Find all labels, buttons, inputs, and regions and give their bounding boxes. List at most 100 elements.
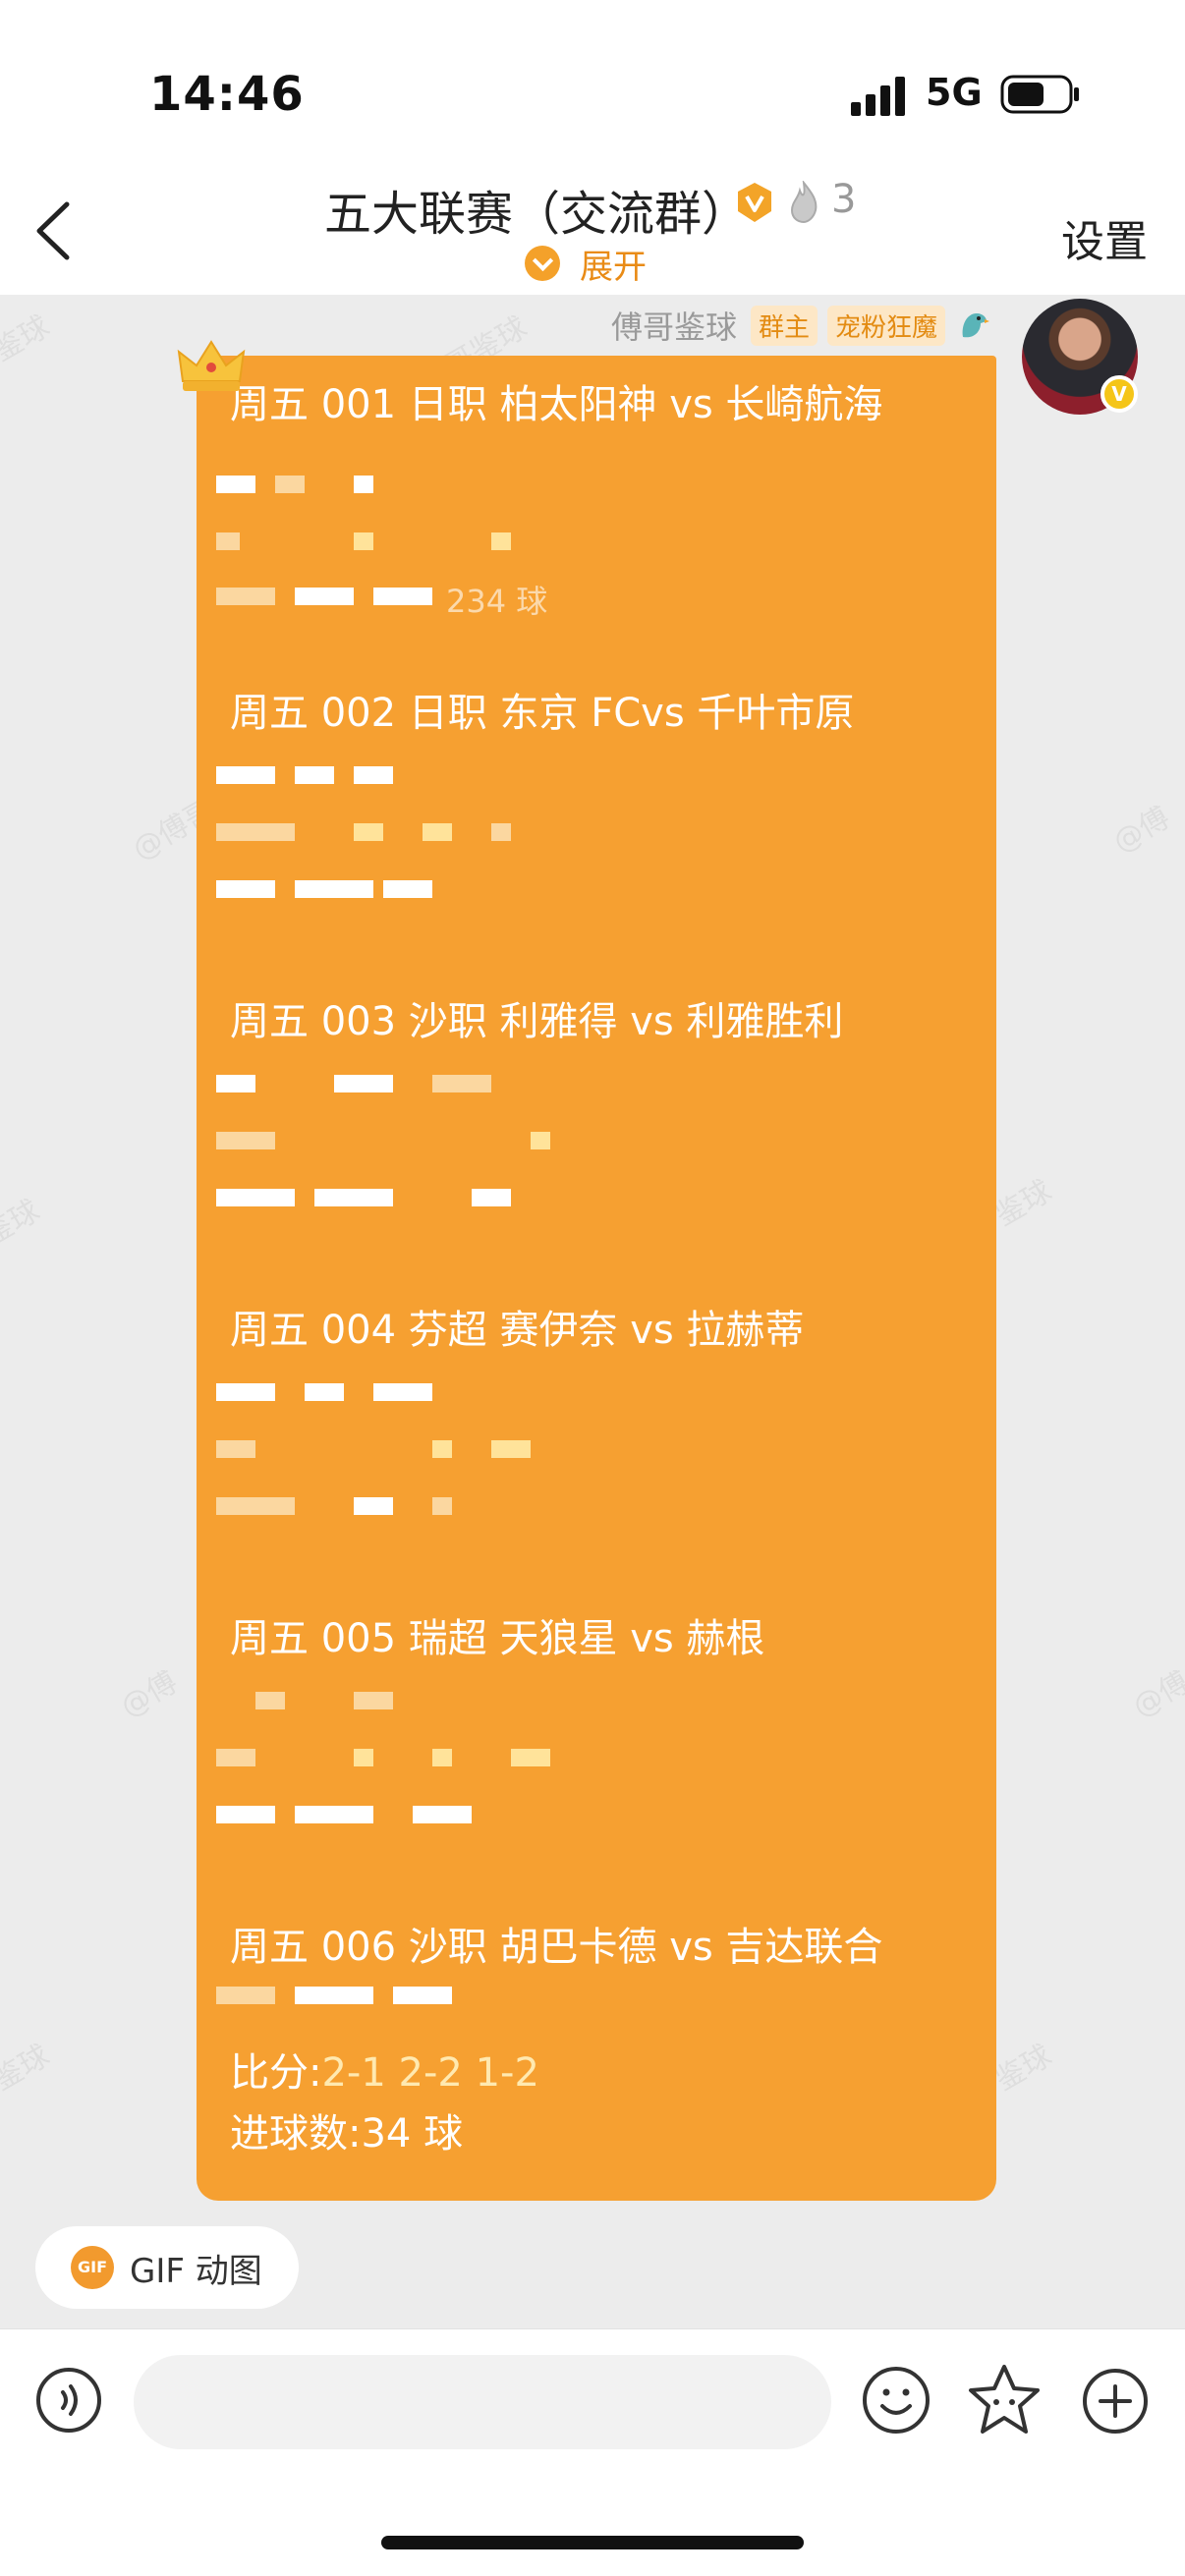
- input-bar: [0, 2328, 1185, 2576]
- score-label: 比分:: [230, 2050, 322, 2096]
- chat-header: 五大联赛（交流群） 3 展开 设置: [0, 157, 1185, 295]
- mosaic: [393, 1987, 452, 2004]
- mosaic: [491, 532, 511, 550]
- match-block: 周五 002 日职 东京 FCvs 千叶市原: [230, 686, 996, 741]
- mosaic: [423, 823, 452, 841]
- chat-area[interactable]: 鉴球 傅哥鉴球 @傅哥 @傅 鉴球 鉴球 @傅 @傅 鉴球 鉴球 傅哥鉴球 群主…: [0, 295, 1185, 2328]
- mosaic: [216, 1189, 295, 1206]
- gif-icon: GIF: [71, 2246, 114, 2289]
- score-values: 2-1 2-2 1-2: [321, 2050, 539, 2096]
- owner-tag: 群主: [750, 305, 818, 346]
- plus-icon[interactable]: [1081, 2367, 1150, 2436]
- expand-label: 展开: [580, 247, 647, 287]
- battery-icon: [1000, 75, 1079, 114]
- mosaic: [432, 1749, 452, 1766]
- back-arrow-icon[interactable]: [29, 198, 79, 263]
- mosaic: [334, 1075, 393, 1092]
- mosaic: [216, 1749, 255, 1766]
- mosaic: [354, 476, 373, 493]
- mosaic: [432, 1075, 491, 1092]
- chevron-down-icon: [525, 246, 560, 281]
- network-label: 5G: [926, 71, 983, 114]
- mosaic: [216, 588, 275, 605]
- expand-toggle[interactable]: 展开: [525, 242, 647, 287]
- watermark: @傅: [115, 1664, 184, 1725]
- mosaic: [354, 1497, 393, 1515]
- mosaic: [295, 766, 334, 784]
- mosaic: [354, 766, 393, 784]
- mosaic: [354, 1692, 393, 1709]
- voice-icon[interactable]: [35, 2367, 102, 2434]
- match-block: 周五 001 日职 柏太阳神 vs 长崎航海: [230, 377, 996, 432]
- status-time: 14:46: [149, 67, 305, 122]
- watermark: 鉴球: [989, 1173, 1058, 1234]
- watermark: 鉴球: [989, 2038, 1058, 2099]
- mosaic: [216, 1497, 295, 1515]
- signal-icon: [851, 77, 905, 116]
- score-line: 比分:2-1 2-2 1-2: [230, 2045, 539, 2100]
- status-bar: 14:46 5G: [0, 0, 1185, 157]
- watermark: 鉴球: [0, 2038, 56, 2099]
- match-line: 周五 002 日职 东京 FCvs 千叶市原: [230, 691, 855, 736]
- goals-line: 进球数:34 球: [230, 2111, 464, 2156]
- home-indicator: [381, 2536, 804, 2549]
- v-badge-icon: [738, 183, 771, 222]
- match-line: 周五 003 沙职 利雅得 vs 利雅胜利: [230, 999, 844, 1044]
- crown-icon: [177, 340, 246, 391]
- avatar[interactable]: V: [1022, 299, 1138, 415]
- mosaic: [216, 1075, 255, 1092]
- fan-tag: 宠粉狂魔: [826, 305, 945, 346]
- mosaic: [511, 1749, 550, 1766]
- mosaic: [216, 532, 240, 550]
- gif-chip[interactable]: GIF GIF 动图: [35, 2226, 299, 2309]
- mosaic: [432, 1440, 452, 1458]
- mosaic: [305, 1383, 344, 1401]
- bird-icon: [962, 313, 989, 338]
- mosaic: [216, 1806, 275, 1823]
- mosaic: [354, 1749, 373, 1766]
- flame-icon: [790, 181, 818, 224]
- mosaic: [216, 766, 275, 784]
- match-line: 周五 004 芬超 赛伊奈 vs 拉赫蒂: [230, 1308, 805, 1353]
- mosaic: [295, 1987, 373, 2004]
- mosaic: [491, 823, 511, 841]
- mosaic: [255, 1692, 285, 1709]
- mosaic: [216, 1440, 255, 1458]
- settings-button[interactable]: 设置: [1061, 206, 1148, 269]
- mosaic: [373, 588, 432, 605]
- mosaic: [531, 1132, 550, 1149]
- mosaic: [216, 1383, 275, 1401]
- mosaic: [373, 1383, 432, 1401]
- match-block: 周五 004 芬超 赛伊奈 vs 拉赫蒂: [230, 1303, 996, 1358]
- message-bubble[interactable]: 周五 001 日职 柏太阳神 vs 长崎航海 234 球 周五 002 日职 东…: [197, 356, 996, 2201]
- match-line: 周五 005 瑞超 天狼星 vs 赫根: [230, 1616, 765, 1661]
- match-block: 周五 006 沙职 胡巴卡德 vs 吉达联合: [230, 1920, 996, 1975]
- mosaic: [472, 1189, 511, 1206]
- mosaic: [275, 476, 305, 493]
- sender-line: 傅哥鉴球 群主 宠粉狂魔: [611, 303, 990, 348]
- mosaic: [314, 1189, 393, 1206]
- group-title[interactable]: 五大联赛（交流群）: [324, 175, 749, 244]
- mosaic: [295, 880, 373, 898]
- mosaic: [295, 1806, 373, 1823]
- mosaic: [432, 1497, 452, 1515]
- watermark: 鉴球: [0, 1193, 46, 1254]
- message-input[interactable]: [134, 2355, 831, 2449]
- watermark: @傅: [1107, 800, 1176, 861]
- watermark: @傅: [1127, 1664, 1185, 1725]
- mosaic: [216, 1132, 275, 1149]
- mosaic: [491, 1440, 531, 1458]
- sender-name[interactable]: 傅哥鉴球: [611, 303, 737, 348]
- match-line: 周五 001 日职 柏太阳神 vs 长崎航海: [230, 382, 883, 427]
- mosaic: [413, 1806, 472, 1823]
- member-count: 3: [831, 177, 857, 222]
- match-block: 周五 003 沙职 利雅得 vs 利雅胜利: [230, 994, 996, 1049]
- mosaic: [216, 823, 295, 841]
- mosaic: [216, 476, 255, 493]
- match-line: 周五 006 沙职 胡巴卡德 vs 吉达联合: [230, 1925, 883, 1970]
- mosaic: [354, 532, 373, 550]
- watermark: 鉴球: [0, 308, 56, 369]
- sticker-icon[interactable]: [967, 2363, 1042, 2437]
- emoji-icon[interactable]: [861, 2365, 931, 2436]
- mosaic: [354, 823, 383, 841]
